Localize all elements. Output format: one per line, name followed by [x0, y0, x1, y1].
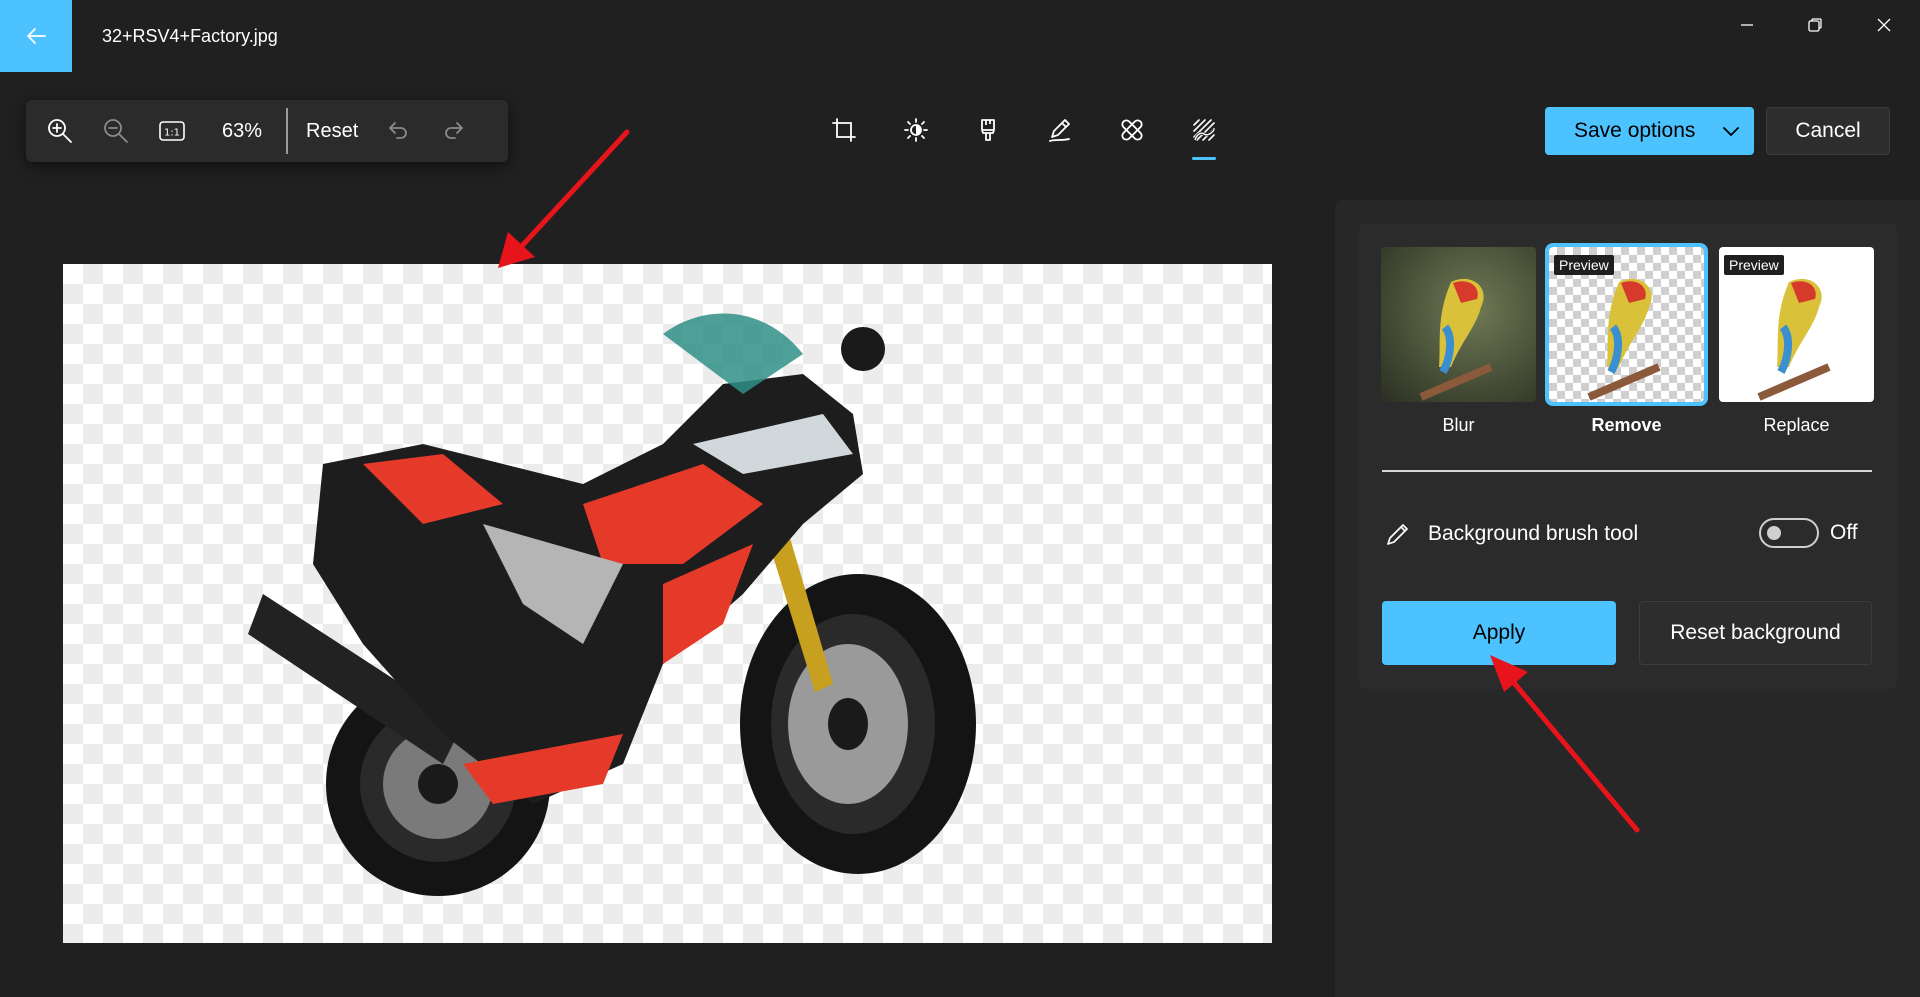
- remove-option-thumbnail[interactable]: Preview: [1545, 243, 1708, 406]
- filter-icon: [981, 119, 995, 141]
- tool-markup[interactable]: [1024, 106, 1096, 154]
- zoom-in-button[interactable]: [32, 103, 88, 159]
- actual-size-button[interactable]: 1:1: [144, 103, 200, 159]
- toggle-state-label: Off: [1830, 521, 1858, 544]
- brush-tool-toggle[interactable]: [1759, 518, 1819, 548]
- file-name: 32+RSV4+Factory.jpg: [102, 26, 278, 46]
- motorcycle-image: [248, 313, 976, 896]
- crop-icon: [832, 118, 856, 142]
- zoom-out-button[interactable]: [88, 103, 144, 159]
- parrot-icon: [1419, 278, 1493, 401]
- redo-icon: [445, 122, 464, 139]
- close-icon: [1877, 18, 1891, 32]
- image-canvas[interactable]: [63, 264, 1272, 943]
- zoom-level[interactable]: 63%: [200, 120, 284, 143]
- close-window-button[interactable]: [1859, 10, 1909, 40]
- background-icon: [1193, 119, 1216, 141]
- save-options-label: Save options: [1574, 119, 1696, 142]
- brush-icon: [1387, 524, 1408, 545]
- toolbar-divider: [286, 108, 288, 154]
- toggle-knob: [1767, 526, 1781, 540]
- chevron-down-icon: [1722, 125, 1740, 137]
- preview-tag: Preview: [1724, 255, 1784, 275]
- back-button[interactable]: [0, 0, 72, 72]
- tool-retouch[interactable]: [1096, 106, 1168, 154]
- edit-tools: [808, 106, 1240, 160]
- tool-filter[interactable]: [952, 106, 1024, 154]
- remove-label: Remove: [1591, 415, 1662, 435]
- adjust-icon: [904, 118, 928, 142]
- replace-option-thumbnail[interactable]: Preview: [1719, 247, 1874, 402]
- restore-icon: [1808, 18, 1822, 32]
- panel-divider: [1382, 470, 1872, 472]
- save-options-button[interactable]: Save options: [1545, 107, 1754, 155]
- minimize-button[interactable]: [1722, 10, 1772, 40]
- background-brush-row: Background brush tool Off: [1384, 518, 1874, 550]
- zoom-in-icon: [48, 119, 72, 143]
- undo-icon: [389, 122, 408, 139]
- reset-zoom-button[interactable]: Reset: [294, 120, 370, 143]
- blur-option-thumbnail[interactable]: [1381, 247, 1536, 402]
- retouch-icon: [1121, 119, 1143, 141]
- tool-background[interactable]: [1168, 106, 1240, 160]
- undo-button[interactable]: [370, 103, 426, 159]
- apply-button[interactable]: Apply: [1382, 601, 1616, 665]
- redo-button[interactable]: [426, 103, 482, 159]
- reset-background-button[interactable]: Reset background: [1639, 601, 1872, 665]
- tool-adjust[interactable]: [880, 106, 952, 154]
- zoom-toolbar: 1:1 63% Reset: [26, 100, 508, 162]
- cancel-button[interactable]: Cancel: [1766, 107, 1890, 155]
- svg-text:1:1: 1:1: [164, 128, 180, 139]
- brush-tool-label: Background brush tool: [1428, 522, 1639, 545]
- markup-icon: [1049, 119, 1070, 142]
- actual-size-icon: 1:1: [159, 121, 185, 141]
- arrow-left-icon: [27, 28, 46, 44]
- restore-button[interactable]: [1790, 10, 1840, 40]
- replace-label: Replace: [1763, 415, 1830, 435]
- annotation-arrow-top: [498, 129, 630, 268]
- tool-crop[interactable]: [808, 106, 880, 154]
- blur-label: Blur: [1442, 415, 1475, 435]
- zoom-out-icon: [104, 119, 128, 143]
- preview-tag: Preview: [1554, 255, 1614, 275]
- minimize-icon: [1741, 24, 1753, 26]
